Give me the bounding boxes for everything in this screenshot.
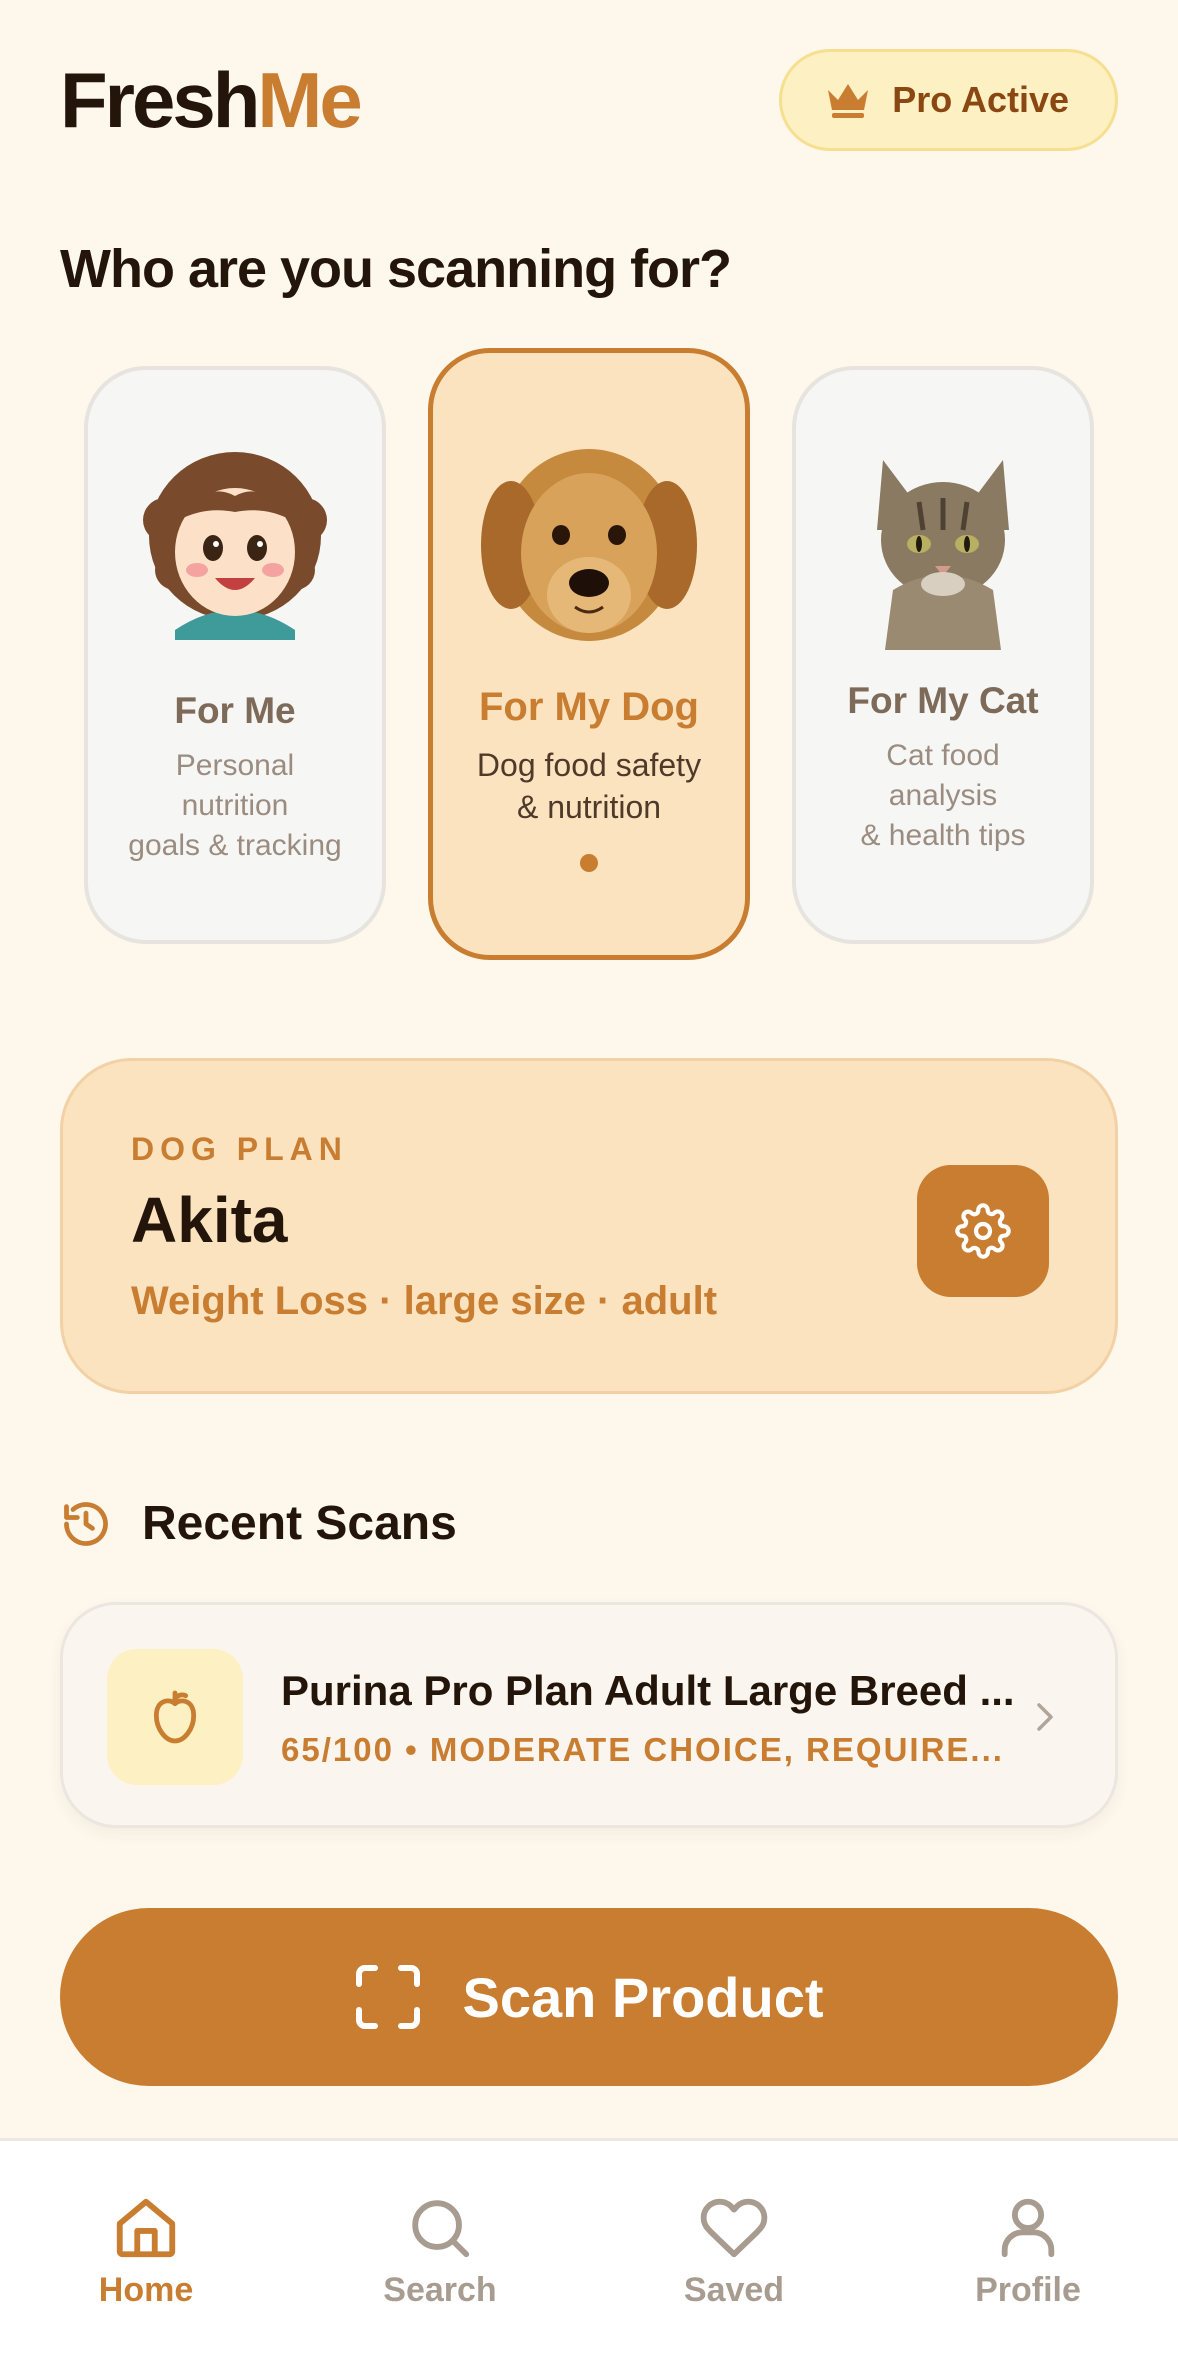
- profile-card-desc: Cat food analysis & health tips: [860, 739, 1026, 852]
- scan-frame-icon: [355, 1965, 420, 2029]
- tab-saved[interactable]: Saved: [634, 2193, 834, 2310]
- tab-home[interactable]: Home: [46, 2193, 246, 2310]
- profile-card-me[interactable]: For Me Personal nutrition goals & tracki…: [84, 366, 386, 944]
- pro-badge-label: Pro Active: [892, 79, 1069, 120]
- home-icon: [116, 2198, 176, 2258]
- app-logo: FreshMe: [60, 55, 363, 144]
- tabby-cat-image: [877, 460, 1009, 650]
- crown-icon: [828, 84, 869, 118]
- tab-search[interactable]: Search: [340, 2193, 540, 2310]
- recent-scans-title: Recent Scans: [142, 1497, 457, 1550]
- heart-icon: [700, 2198, 768, 2258]
- profile-card-title: For My Dog: [479, 685, 699, 729]
- recent-scans-header: Recent Scans: [60, 1496, 457, 1551]
- profile-card-title: For Me: [174, 690, 296, 731]
- selected-indicator-dot: [580, 854, 598, 872]
- gear-icon: [955, 1203, 1011, 1259]
- pro-status-badge[interactable]: Pro Active: [779, 49, 1118, 151]
- profile-card-cat[interactable]: For My Cat Cat food analysis & health ti…: [792, 366, 1094, 944]
- scan-item-product-name: Purina Pro Plan Adult Large Breed ...: [281, 1667, 1015, 1714]
- plan-settings-button[interactable]: [917, 1165, 1049, 1297]
- scan-item-score: 65/100 • MODERATE CHOICE, REQUIRE...: [281, 1731, 1004, 1768]
- user-icon: [1001, 2198, 1055, 2258]
- girl-avatar-image: [143, 452, 327, 640]
- dog-plan-card[interactable]: DOG PLAN Akita Weight Loss · large size …: [60, 1058, 1118, 1394]
- plan-eyebrow: DOG PLAN: [131, 1131, 348, 1167]
- history-icon: [64, 1501, 108, 1546]
- profile-card-desc: Dog food safety & nutrition: [476, 747, 702, 825]
- profile-card-desc: Personal nutrition goals & tracking: [128, 749, 342, 862]
- profile-card-title: For My Cat: [847, 680, 1039, 721]
- plan-pet-name: Akita: [131, 1184, 288, 1256]
- apple-icon: [153, 1690, 197, 1744]
- chevron-right-icon: [1037, 1703, 1053, 1731]
- app-header: FreshMe Pro Active: [60, 48, 1118, 152]
- section-title: Who are you scanning for?: [60, 239, 732, 299]
- plan-meta: Weight Loss · large size · adult: [131, 1279, 718, 1323]
- scan-item-thumbnail: [107, 1649, 243, 1785]
- scan-product-label: Scan Product: [462, 1965, 824, 2029]
- profile-card-dog[interactable]: For My Dog Dog food safety & nutrition: [428, 348, 750, 960]
- recent-scan-item[interactable]: Purina Pro Plan Adult Large Breed ... 65…: [60, 1602, 1118, 1828]
- bottom-tab-bar: Home Search Saved Profile: [0, 2138, 1178, 2380]
- scan-product-button[interactable]: Scan Product: [60, 1908, 1118, 2086]
- golden-retriever-image: [481, 449, 697, 641]
- tab-profile[interactable]: Profile: [928, 2193, 1128, 2310]
- search-icon: [412, 2200, 470, 2258]
